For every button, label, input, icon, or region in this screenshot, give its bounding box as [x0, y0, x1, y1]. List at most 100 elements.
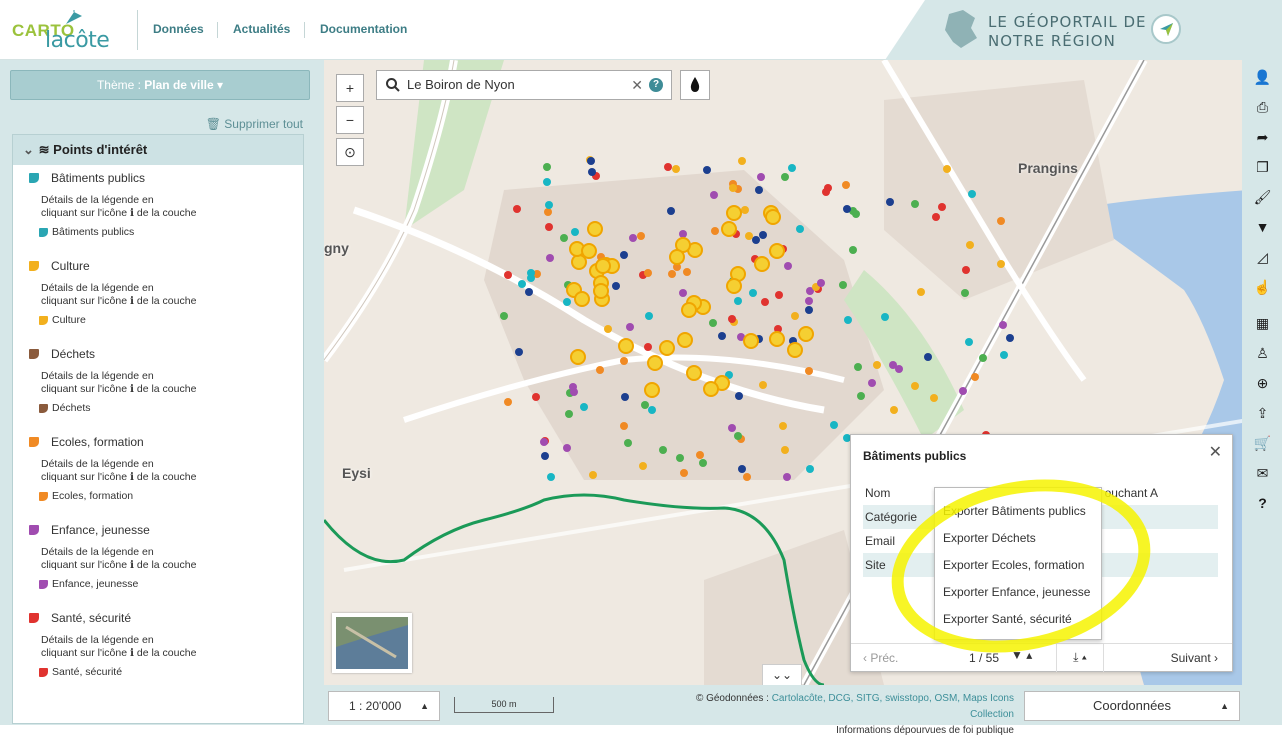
- poi-marker[interactable]: [745, 232, 753, 240]
- poi-marker[interactable]: [546, 254, 554, 262]
- poi-marker[interactable]: [857, 392, 865, 400]
- layer-name-row[interactable]: Ecoles, formation: [29, 431, 303, 453]
- poi-marker[interactable]: [527, 269, 535, 277]
- poi-cluster-marker[interactable]: [721, 221, 737, 237]
- poi-marker[interactable]: [796, 225, 804, 233]
- close-icon[interactable]: ✕: [1209, 442, 1222, 462]
- poi-cluster-marker[interactable]: [570, 349, 586, 365]
- poi-marker[interactable]: [968, 190, 976, 198]
- poi-marker[interactable]: [735, 392, 743, 400]
- poi-marker[interactable]: [959, 387, 967, 395]
- poi-marker[interactable]: [679, 230, 687, 238]
- layer-name-row[interactable]: Enfance, jeunesse: [29, 519, 303, 541]
- poi-marker[interactable]: [759, 231, 767, 239]
- poi-marker[interactable]: [889, 361, 897, 369]
- print-icon[interactable]: ⎙: [1246, 92, 1279, 122]
- poi-marker[interactable]: [587, 157, 595, 165]
- poi-marker[interactable]: [709, 319, 717, 327]
- cartolacote-logo[interactable]: CARTO lacôte: [12, 10, 122, 54]
- poi-cluster-marker[interactable]: [581, 243, 597, 259]
- prev-button[interactable]: ‹ Préc.: [863, 651, 898, 665]
- clear-all-button[interactable]: 🗑 Supprimer tout: [206, 117, 303, 131]
- zoom-out-button[interactable]: −: [336, 106, 364, 134]
- upload-icon[interactable]: ⇪: [1246, 398, 1279, 428]
- layer-item[interactable]: Ecoles, formation Détails de la légende e…: [13, 431, 303, 502]
- poi-marker[interactable]: [679, 289, 687, 297]
- export-menu-item[interactable]: Exporter Santé, sécurité: [935, 606, 1101, 633]
- poi-group-header[interactable]: ⌄ ≋ Points d'intérêt: [13, 135, 303, 165]
- basemap-switcher-thumbnail[interactable]: [332, 613, 412, 673]
- poi-marker[interactable]: [580, 403, 588, 411]
- poi-marker[interactable]: [596, 366, 604, 374]
- poi-marker[interactable]: [971, 373, 979, 381]
- layer-item[interactable]: Bâtiments publics Détails de la légende e…: [13, 167, 303, 238]
- poi-marker[interactable]: [645, 312, 653, 320]
- poi-marker[interactable]: [515, 348, 523, 356]
- poi-marker[interactable]: [761, 298, 769, 306]
- poi-marker[interactable]: [563, 298, 571, 306]
- poi-cluster-marker[interactable]: [669, 249, 685, 265]
- poi-marker[interactable]: [718, 332, 726, 340]
- cart-icon[interactable]: 🛒: [1246, 428, 1279, 458]
- person-location-icon[interactable]: ♙: [1246, 338, 1279, 368]
- poi-cluster-marker[interactable]: [644, 382, 660, 398]
- poi-marker[interactable]: [822, 188, 830, 196]
- poi-marker[interactable]: [817, 279, 825, 287]
- export-dropdown-button[interactable]: ⤓ ▴: [1056, 644, 1104, 672]
- poi-marker[interactable]: [1000, 351, 1008, 359]
- poi-marker[interactable]: [842, 181, 850, 189]
- poi-cluster-marker[interactable]: [769, 243, 785, 259]
- poi-marker[interactable]: [788, 164, 796, 172]
- window-icon[interactable]: ❐: [1246, 152, 1279, 182]
- poi-cluster-marker[interactable]: [765, 209, 781, 225]
- poi-marker[interactable]: [545, 223, 553, 231]
- poi-marker[interactable]: [924, 353, 932, 361]
- poi-cluster-marker[interactable]: [726, 205, 742, 221]
- poi-marker[interactable]: [547, 473, 555, 481]
- poi-marker[interactable]: [830, 421, 838, 429]
- poi-marker[interactable]: [525, 288, 533, 296]
- poi-marker[interactable]: [664, 163, 672, 171]
- scale-selector[interactable]: 1 : 20'000 ▲: [328, 691, 440, 721]
- nav-documentation[interactable]: Documentation: [320, 22, 407, 36]
- poi-marker[interactable]: [781, 446, 789, 454]
- help-circle-icon[interactable]: ?: [649, 78, 663, 92]
- chevron-down-icon[interactable]: ⌄: [23, 135, 35, 165]
- poi-marker[interactable]: [565, 410, 573, 418]
- poi-cluster-marker[interactable]: [686, 365, 702, 381]
- poi-marker[interactable]: [604, 325, 612, 333]
- layer-name-row[interactable]: Déchets: [29, 343, 303, 365]
- zoom-in-icon[interactable]: ⊕: [1246, 368, 1279, 398]
- poi-marker[interactable]: [563, 444, 571, 452]
- poi-marker[interactable]: [844, 316, 852, 324]
- poi-marker[interactable]: [543, 163, 551, 171]
- poi-marker[interactable]: [532, 393, 540, 401]
- poi-cluster-marker[interactable]: [647, 355, 663, 371]
- poi-marker[interactable]: [843, 205, 851, 213]
- poi-marker[interactable]: [791, 312, 799, 320]
- poi-marker[interactable]: [757, 173, 765, 181]
- poi-marker[interactable]: [734, 297, 742, 305]
- poi-marker[interactable]: [997, 260, 1005, 268]
- poi-marker[interactable]: [641, 401, 649, 409]
- poi-cluster-marker[interactable]: [703, 381, 719, 397]
- poi-marker[interactable]: [911, 382, 919, 390]
- poi-marker[interactable]: [890, 406, 898, 414]
- poi-marker[interactable]: [997, 217, 1005, 225]
- poi-marker[interactable]: [672, 165, 680, 173]
- poi-marker[interactable]: [683, 268, 691, 276]
- poi-marker[interactable]: [589, 471, 597, 479]
- zoom-in-button[interactable]: +: [336, 74, 364, 102]
- poi-marker[interactable]: [961, 289, 969, 297]
- poi-marker[interactable]: [545, 201, 553, 209]
- poi-marker[interactable]: [612, 282, 620, 290]
- poi-marker[interactable]: [932, 213, 940, 221]
- poi-marker[interactable]: [775, 291, 783, 299]
- poi-marker[interactable]: [667, 207, 675, 215]
- clear-search-icon[interactable]: ✕: [631, 77, 643, 94]
- poi-marker[interactable]: [711, 227, 719, 235]
- poi-cluster-marker[interactable]: [798, 326, 814, 342]
- coordinates-selector[interactable]: Coordonnées ▲: [1024, 691, 1240, 721]
- poi-cluster-marker[interactable]: [593, 283, 609, 299]
- poi-marker[interactable]: [930, 394, 938, 402]
